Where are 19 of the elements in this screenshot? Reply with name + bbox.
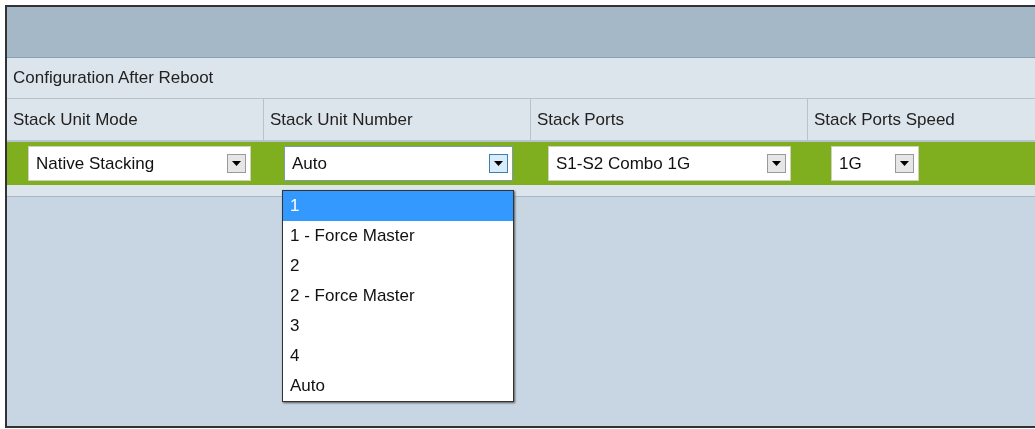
column-header: Stack Unit Mode bbox=[13, 108, 138, 131]
dropdown-option[interactable]: 1 - Force Master bbox=[283, 221, 513, 251]
dropdown-option[interactable]: 2 - Force Master bbox=[283, 281, 513, 311]
dropdown-option[interactable]: Auto bbox=[283, 371, 513, 401]
caret-icon bbox=[489, 154, 508, 173]
column-header: Stack Unit Number bbox=[270, 108, 413, 131]
section-title: Configuration After Reboot bbox=[13, 67, 214, 90]
column-header: Stack Ports Speed bbox=[814, 108, 955, 131]
caret-icon bbox=[895, 154, 914, 173]
select-dropdown[interactable]: Native Stacking bbox=[28, 146, 251, 181]
column-header: Stack Ports bbox=[537, 108, 624, 131]
caret-icon bbox=[767, 154, 786, 173]
caret-icon bbox=[227, 154, 246, 173]
select-dropdown[interactable]: Auto bbox=[284, 146, 513, 181]
select-dropdown[interactable]: S1-S2 Combo 1G bbox=[548, 146, 791, 181]
dropdown-option[interactable]: 4 bbox=[283, 341, 513, 371]
dropdown-option[interactable]: 3 bbox=[283, 311, 513, 341]
select-dropdown[interactable]: 1G bbox=[831, 146, 919, 181]
dropdown-option[interactable]: 2 bbox=[283, 251, 513, 281]
